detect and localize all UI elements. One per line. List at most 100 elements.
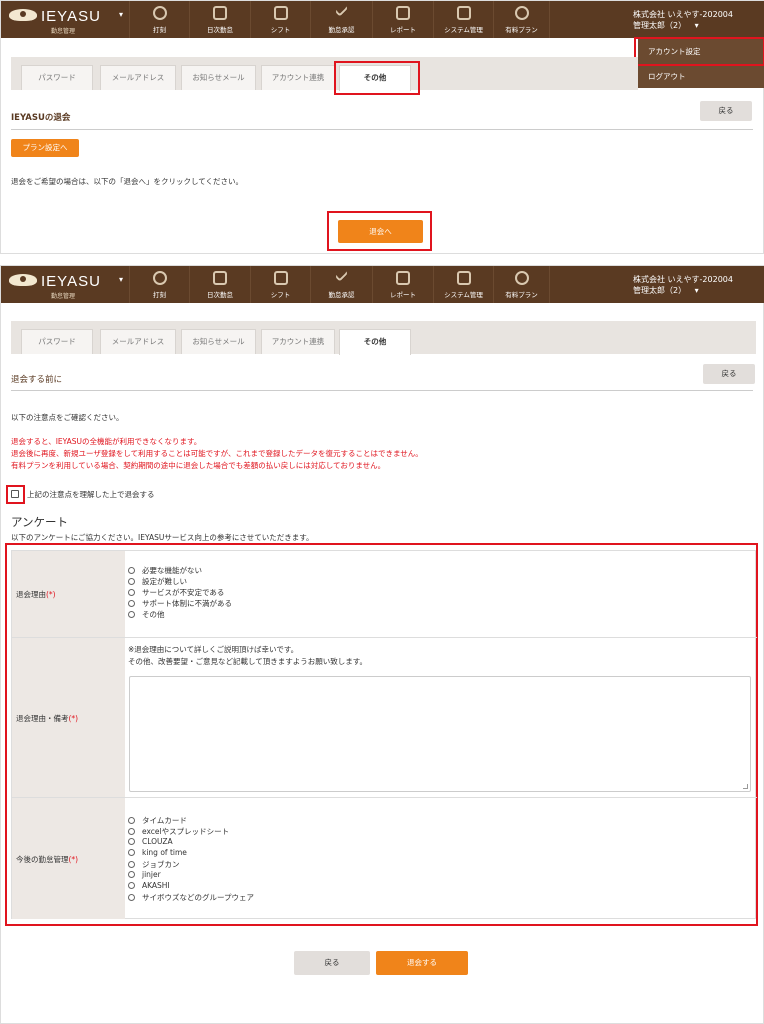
resize-handle-icon[interactable]	[743, 784, 748, 789]
reason-option[interactable]: 必要な機能がない	[128, 565, 202, 576]
confirm-text: 以下の注意点をご確認ください。	[11, 413, 124, 422]
page-title: IEYASUの退会	[11, 113, 71, 123]
logo[interactable]: IEYASU ▾ 勤怠管理	[9, 272, 134, 300]
monitor-icon	[456, 271, 471, 285]
nav-label: 日次勤怠	[207, 291, 233, 299]
nav-label: シフト	[270, 26, 291, 34]
nav-item-approval[interactable]: 勤怠承認	[310, 266, 372, 303]
user-icon	[514, 6, 529, 20]
check-icon	[334, 3, 348, 17]
divider	[11, 390, 753, 391]
future-option[interactable]: king of time	[128, 848, 187, 857]
remarks-textarea[interactable]	[129, 676, 751, 792]
future-option[interactable]: excelやスプレッドシート	[128, 826, 229, 837]
logout-item[interactable]: ログアウト	[638, 63, 764, 88]
future-option[interactable]: サイボウズなどのグループウェア	[128, 892, 254, 903]
reason-option[interactable]: 設定が難しい	[128, 576, 187, 587]
company-name: 株式会社 いえやす-202004	[633, 10, 733, 19]
warning-2: 退会後に再度、新規ユーザ登録をして利用することは可能ですが、これまで登録したデー…	[11, 449, 423, 458]
nav-item-shift[interactable]: シフト	[250, 266, 310, 303]
logo[interactable]: IEYASU ▾ 勤怠管理	[9, 7, 134, 35]
clock-icon	[152, 271, 167, 285]
chevron-down-icon: ▾	[694, 21, 699, 30]
future-option[interactable]: タイムカード	[128, 815, 187, 826]
check-icon	[334, 268, 348, 282]
withdraw-panel-top: IEYASU ▾ 勤怠管理 打刻 日次勤怠 シフト 勤怠承認 レポート システム…	[0, 0, 764, 254]
top-navbar: IEYASU ▾ 勤怠管理 打刻 日次勤怠 シフト 勤怠承認 レポート システム…	[1, 266, 764, 303]
footer-back-button[interactable]: 戻る	[294, 951, 370, 975]
nav-label: 有料プラン	[505, 291, 538, 299]
highlight-box	[634, 37, 764, 66]
back-button[interactable]: 戻る	[703, 364, 755, 384]
tab-account-link[interactable]: アカウント連携	[261, 329, 335, 354]
logo-text: IEYASU	[41, 8, 101, 25]
calendar-icon	[213, 271, 227, 285]
nav-label: 日次勤怠	[207, 26, 233, 34]
clock-icon	[152, 6, 167, 20]
nav-item-report[interactable]: レポート	[372, 266, 433, 303]
future-option[interactable]: jinjer	[128, 870, 161, 879]
submit-withdraw-button[interactable]: 退会する	[376, 951, 468, 975]
reason-option[interactable]: その他	[128, 609, 165, 620]
logo-subtitle: 勤怠管理	[51, 293, 76, 300]
tab-password[interactable]: パスワード	[21, 65, 93, 90]
radio-icon	[128, 567, 135, 574]
shift-icon	[273, 271, 288, 285]
radio-icon	[128, 882, 135, 889]
nav-item-system[interactable]: システム管理	[433, 1, 493, 38]
document-icon	[396, 6, 410, 20]
nav-item-daily[interactable]: 日次勤怠	[189, 1, 250, 38]
reason-option[interactable]: サポート体制に不満がある	[128, 598, 232, 609]
settings-tabs: パスワード メールアドレス お知らせメール アカウント連携 その他	[11, 321, 756, 355]
user-menu[interactable]: 株式会社 いえやす-202004 管理太郎（2） ▾	[633, 9, 753, 31]
future-option[interactable]: AKASHI	[128, 881, 170, 890]
nav-item-punch[interactable]: 打刻	[129, 1, 189, 38]
future-management-row: 今後の勤怠管理(*) タイムカード excelやスプレッドシート CLOUZA …	[12, 797, 757, 919]
future-label: 今後の勤怠管理(*)	[12, 798, 125, 919]
nav-label: 勤怠承認	[328, 26, 355, 34]
radio-icon	[128, 600, 135, 607]
user-icon	[514, 271, 529, 285]
radio-icon	[128, 828, 135, 835]
reason-option[interactable]: サービスが不安定である	[128, 587, 224, 598]
agree-label: 上記の注意点を理解した上で退会する	[27, 490, 155, 499]
future-option[interactable]: CLOUZA	[128, 837, 173, 846]
remarks-hint-1: ※退会理由について詳しくご説明頂けば幸いです。	[128, 645, 299, 654]
nav-label: 打刻	[153, 26, 166, 34]
back-button[interactable]: 戻る	[700, 101, 752, 121]
nav-label: レポート	[390, 26, 416, 34]
nav-item-punch[interactable]: 打刻	[129, 266, 189, 303]
nav-item-paid-plan[interactable]: 有料プラン	[493, 266, 550, 303]
nav-label: 有料プラン	[505, 26, 538, 34]
user-menu[interactable]: 株式会社 いえやす-202004 管理太郎（2） ▾	[633, 274, 753, 296]
nav-item-paid-plan[interactable]: 有料プラン	[493, 1, 550, 38]
settings-tabs: パスワード メールアドレス お知らせメール アカウント連携 その他	[11, 57, 638, 91]
nav-item-approval[interactable]: 勤怠承認	[310, 1, 372, 38]
radio-icon	[128, 611, 135, 618]
logo-caret-icon: ▾	[119, 275, 124, 284]
nav-label: 打刻	[153, 291, 166, 299]
shift-icon	[273, 6, 288, 20]
radio-icon	[128, 817, 135, 824]
survey-intro: 以下のアンケートにご協力ください。IEYASUサービス向上の参考にさせていただき…	[11, 533, 314, 542]
warning-1: 退会すると、IEYASUの全機能が利用できなくなります。	[11, 437, 202, 446]
tab-email[interactable]: メールアドレス	[100, 329, 176, 354]
future-option[interactable]: ジョブカン	[128, 859, 180, 870]
nav-item-daily[interactable]: 日次勤怠	[189, 266, 250, 303]
tab-email[interactable]: メールアドレス	[100, 65, 176, 90]
tab-password[interactable]: パスワード	[21, 329, 93, 354]
plan-settings-button[interactable]: プラン設定へ	[11, 139, 79, 157]
top-navbar: IEYASU ▾ 勤怠管理 打刻 日次勤怠 シフト 勤怠承認 レポート システム…	[1, 1, 764, 38]
nav-item-report[interactable]: レポート	[372, 1, 433, 38]
tab-notification-mail[interactable]: お知らせメール	[181, 329, 256, 354]
company-name: 株式会社 いえやす-202004	[633, 275, 733, 284]
nav-item-shift[interactable]: シフト	[250, 1, 310, 38]
tab-account-link[interactable]: アカウント連携	[261, 65, 335, 90]
survey-form: 退会理由(*) 必要な機能がない 設定が難しい サービスが不安定である サポート…	[11, 550, 757, 919]
nav-label: レポート	[390, 291, 416, 299]
tab-other[interactable]: その他	[339, 329, 411, 355]
tab-notification-mail[interactable]: お知らせメール	[181, 65, 256, 90]
nav-item-system[interactable]: システム管理	[433, 266, 493, 303]
reason-row: 退会理由(*) 必要な機能がない 設定が難しい サービスが不安定である サポート…	[12, 551, 757, 637]
user-name: 管理太郎（2） ▾	[633, 286, 699, 295]
